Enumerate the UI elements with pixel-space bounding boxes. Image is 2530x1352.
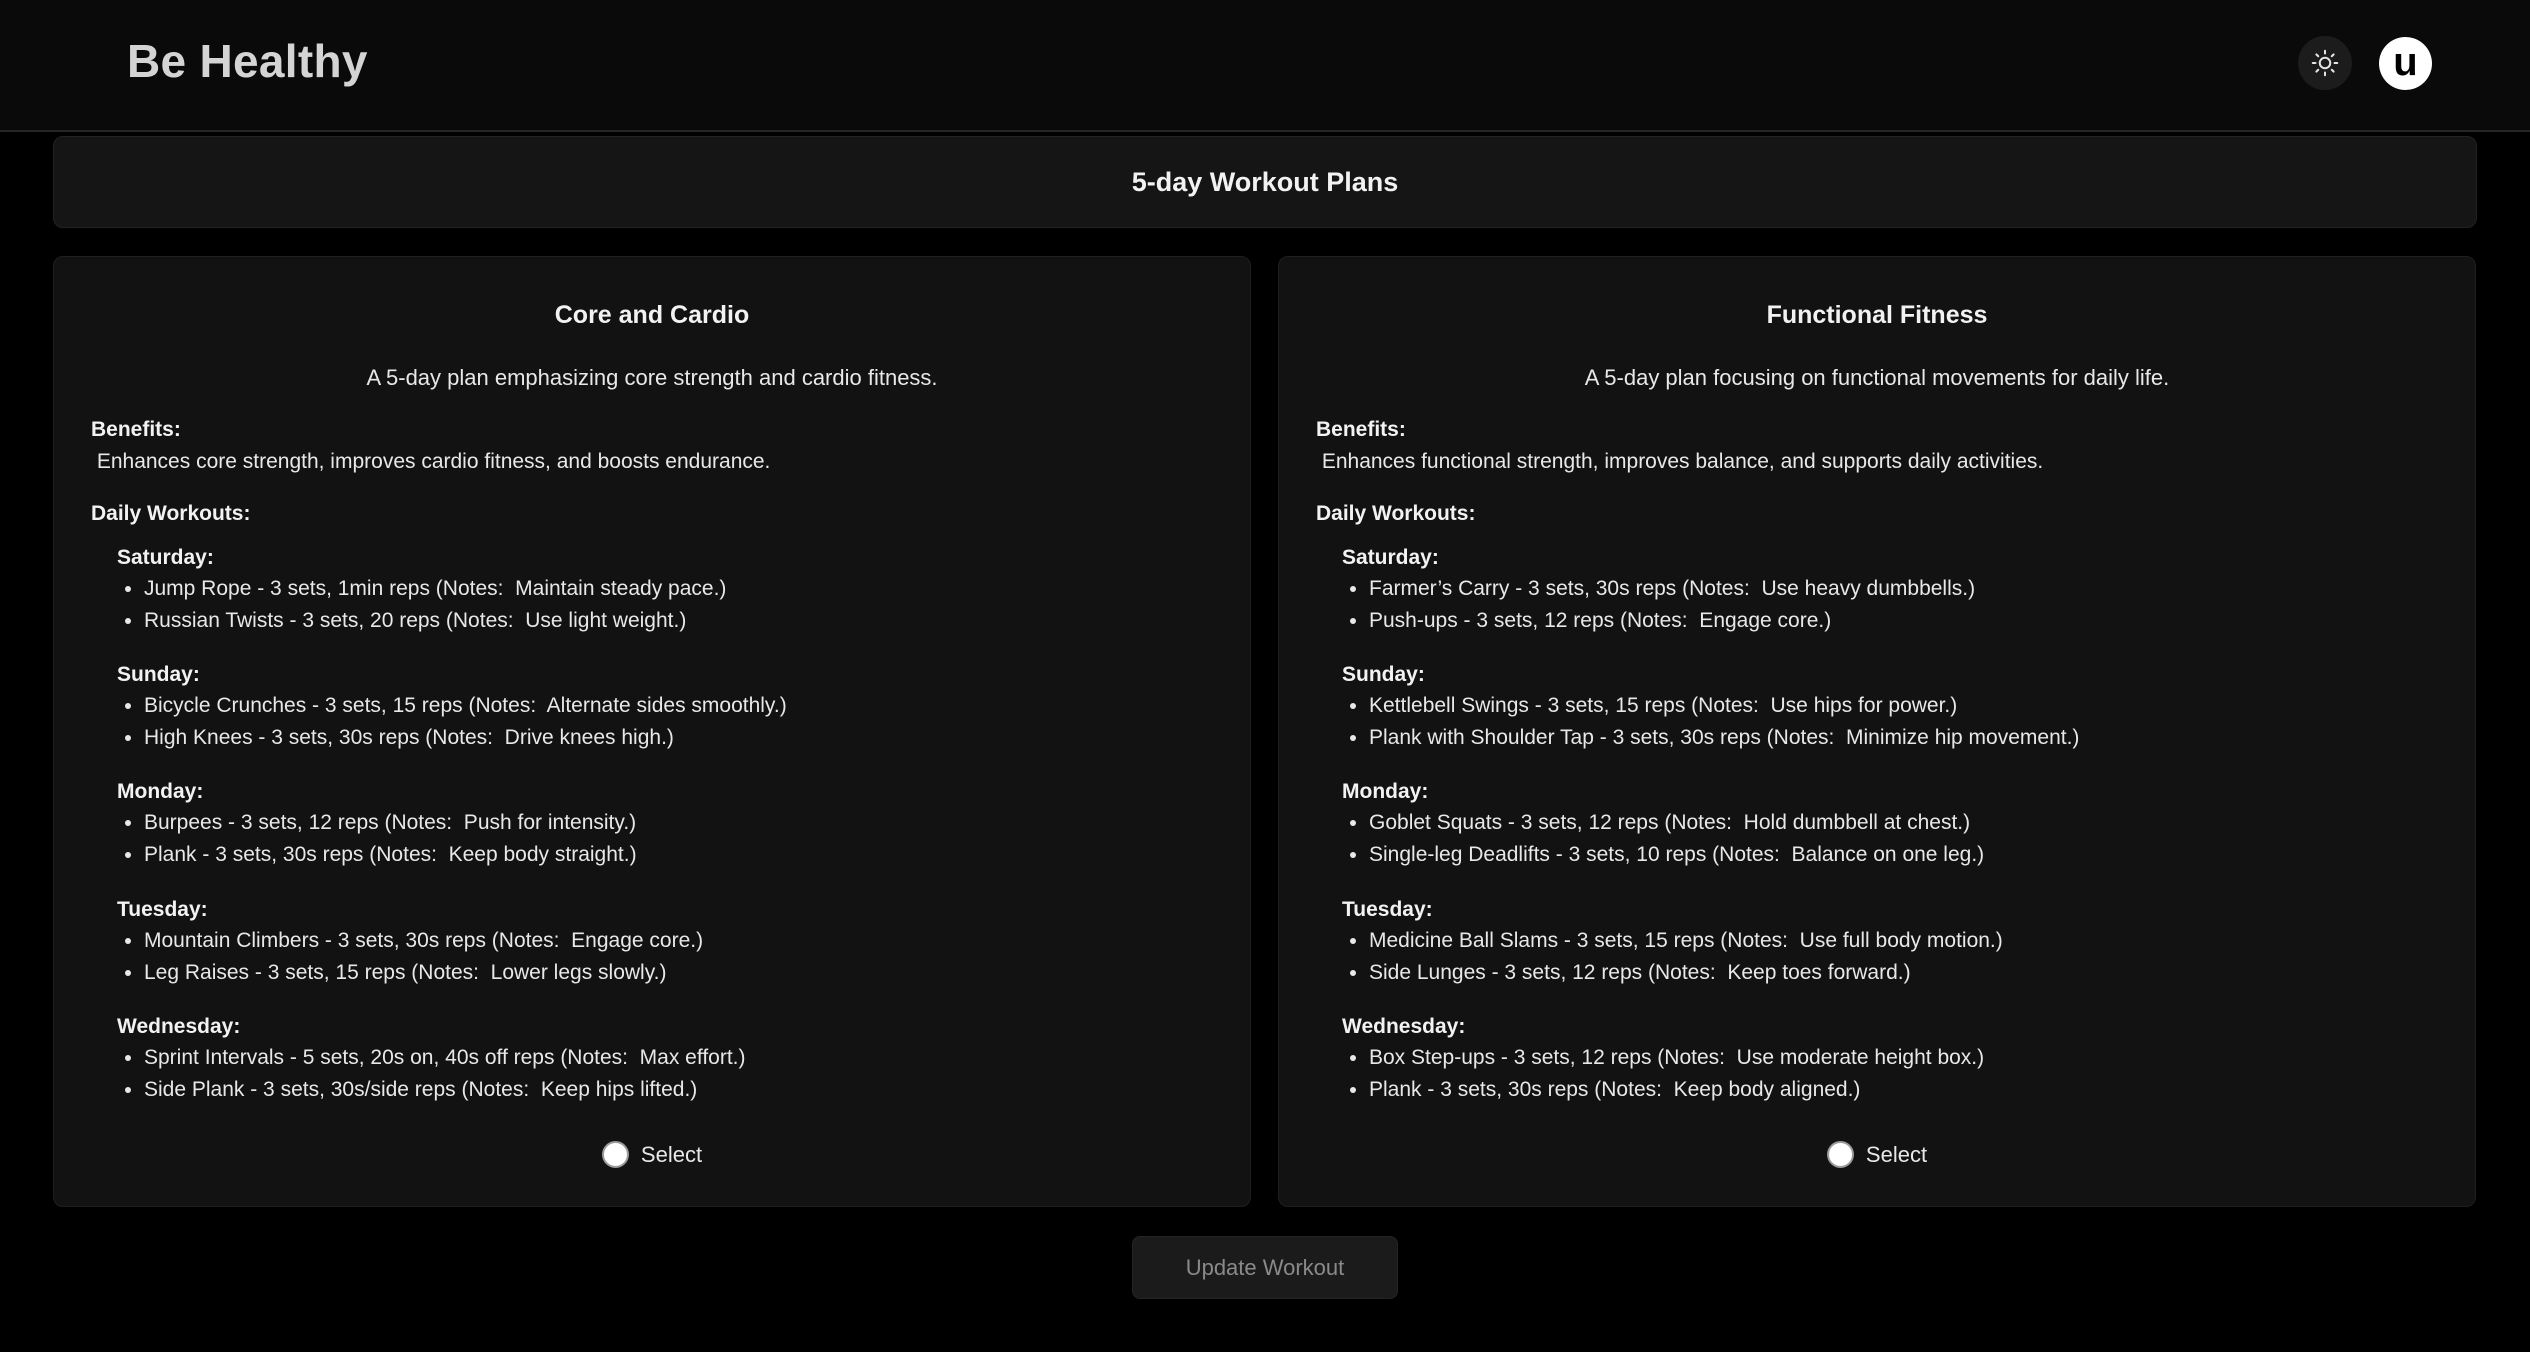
select-option[interactable]: Select	[54, 1141, 1250, 1168]
select-label[interactable]: Select	[641, 1142, 702, 1168]
day-name: Monday:	[1342, 780, 1429, 803]
day-block-monday: Monday: Goblet Squats - 3 sets, 12 reps …	[1342, 776, 1984, 871]
plan-card-core-and-cardio: Core and Cardio A 5-day plan emphasizing…	[53, 256, 1251, 1207]
exercise-list: Medicine Ball Slams - 3 sets, 15 reps (N…	[1342, 925, 2003, 989]
day-name: Monday:	[117, 780, 204, 803]
exercise-list: Sprint Intervals - 5 sets, 20s on, 40s o…	[117, 1042, 745, 1106]
select-option[interactable]: Select	[1279, 1141, 2475, 1168]
page-header: 5-day Workout Plans	[53, 136, 2477, 228]
day-block-sunday: Sunday: Kettlebell Swings - 3 sets, 15 r…	[1342, 659, 2079, 754]
day-block-wednesday: Wednesday: Sprint Intervals - 5 sets, 20…	[117, 1011, 745, 1106]
brand-title[interactable]: Be Healthy	[127, 34, 368, 88]
exercise-list: Farmer’s Carry - 3 sets, 30s reps (Notes…	[1342, 573, 1975, 637]
exercise-item: Jump Rope - 3 sets, 1min reps (Notes: Ma…	[144, 573, 726, 605]
top-bar: Be Healthy u	[0, 0, 2530, 132]
exercise-item: Mountain Climbers - 3 sets, 30s reps (No…	[144, 925, 703, 957]
day-name: Tuesday:	[1342, 898, 1433, 921]
daily-workouts-label: Daily Workouts:	[1316, 502, 1476, 525]
day-block-tuesday: Tuesday: Mountain Climbers - 3 sets, 30s…	[117, 894, 703, 989]
exercise-item: Box Step-ups - 3 sets, 12 reps (Notes: U…	[1369, 1042, 1984, 1074]
exercise-item: Medicine Ball Slams - 3 sets, 15 reps (N…	[1369, 925, 2003, 957]
exercise-item: Goblet Squats - 3 sets, 12 reps (Notes: …	[1369, 807, 1984, 839]
day-name: Saturday:	[117, 546, 214, 569]
plan-title: Core and Cardio	[554, 301, 750, 329]
exercise-list: Goblet Squats - 3 sets, 12 reps (Notes: …	[1342, 807, 1984, 871]
exercise-item: Push-ups - 3 sets, 12 reps (Notes: Engag…	[1369, 605, 1975, 637]
exercise-item: High Knees - 3 sets, 30s reps (Notes: Dr…	[144, 722, 787, 754]
exercise-item: Farmer’s Carry - 3 sets, 30s reps (Notes…	[1369, 573, 1975, 605]
day-block-monday: Monday: Burpees - 3 sets, 12 reps (Notes…	[117, 776, 637, 871]
exercise-item: Plank with Shoulder Tap - 3 sets, 30s re…	[1369, 722, 2079, 754]
plan-title: Functional Fitness	[1766, 301, 1988, 329]
day-block-tuesday: Tuesday: Medicine Ball Slams - 3 sets, 1…	[1342, 894, 2003, 989]
day-name: Tuesday:	[117, 898, 208, 921]
exercise-item: Single-leg Deadlifts - 3 sets, 10 reps (…	[1369, 839, 1984, 871]
theme-toggle-button[interactable]	[2298, 36, 2352, 90]
benefits-label: Benefits:	[91, 418, 181, 441]
select-radio[interactable]	[1826, 1141, 1854, 1168]
day-block-sunday: Sunday: Bicycle Crunches - 3 sets, 15 re…	[117, 659, 787, 754]
exercise-item: Leg Raises - 3 sets, 15 reps (Notes: Low…	[144, 957, 703, 989]
day-name: Saturday:	[1342, 546, 1439, 569]
day-block-wednesday: Wednesday: Box Step-ups - 3 sets, 12 rep…	[1342, 1011, 1984, 1106]
day-name: Sunday:	[117, 663, 200, 686]
exercise-item: Bicycle Crunches - 3 sets, 15 reps (Note…	[144, 690, 787, 722]
exercise-item: Burpees - 3 sets, 12 reps (Notes: Push f…	[144, 807, 637, 839]
exercise-item: Kettlebell Swings - 3 sets, 15 reps (Not…	[1369, 690, 2079, 722]
day-block-saturday: Saturday: Jump Rope - 3 sets, 1min reps …	[117, 542, 726, 637]
exercise-list: Mountain Climbers - 3 sets, 30s reps (No…	[117, 925, 703, 989]
exercise-list: Jump Rope - 3 sets, 1min reps (Notes: Ma…	[117, 573, 726, 637]
day-block-saturday: Saturday: Farmer’s Carry - 3 sets, 30s r…	[1342, 542, 1975, 637]
day-name: Sunday:	[1342, 663, 1425, 686]
day-name: Wednesday:	[117, 1015, 241, 1038]
plan-card-functional-fitness: Functional Fitness A 5-day plan focusing…	[1278, 256, 2476, 1207]
select-radio[interactable]	[601, 1141, 629, 1168]
daily-workouts-label: Daily Workouts:	[91, 502, 251, 525]
benefits-text: Enhances functional strength, improves b…	[1316, 450, 2044, 473]
select-label[interactable]: Select	[1866, 1142, 1927, 1168]
exercise-item: Sprint Intervals - 5 sets, 20s on, 40s o…	[144, 1042, 745, 1074]
update-workout-button[interactable]: Update Workout	[1132, 1236, 1398, 1299]
exercise-item: Plank - 3 sets, 30s reps (Notes: Keep bo…	[1369, 1074, 1984, 1106]
exercise-list: Box Step-ups - 3 sets, 12 reps (Notes: U…	[1342, 1042, 1984, 1106]
day-name: Wednesday:	[1342, 1015, 1466, 1038]
exercise-item: Russian Twists - 3 sets, 20 reps (Notes:…	[144, 605, 726, 637]
sun-icon	[2311, 49, 2339, 77]
page-title: 5-day Workout Plans	[1131, 166, 1399, 197]
exercise-item: Side Lunges - 3 sets, 12 reps (Notes: Ke…	[1369, 957, 2003, 989]
exercise-item: Plank - 3 sets, 30s reps (Notes: Keep bo…	[144, 839, 637, 871]
benefits-text: Enhances core strength, improves cardio …	[91, 450, 771, 473]
plan-description: A 5-day plan emphasizing core strength a…	[366, 365, 938, 390]
exercise-list: Bicycle Crunches - 3 sets, 15 reps (Note…	[117, 690, 787, 754]
user-avatar[interactable]: u	[2379, 37, 2432, 90]
exercise-item: Side Plank - 3 sets, 30s/side reps (Note…	[144, 1074, 745, 1106]
benefits-label: Benefits:	[1316, 418, 1406, 441]
exercise-list: Kettlebell Swings - 3 sets, 15 reps (Not…	[1342, 690, 2079, 754]
exercise-list: Burpees - 3 sets, 12 reps (Notes: Push f…	[117, 807, 637, 871]
plan-description: A 5-day plan focusing on functional move…	[1584, 365, 2170, 390]
